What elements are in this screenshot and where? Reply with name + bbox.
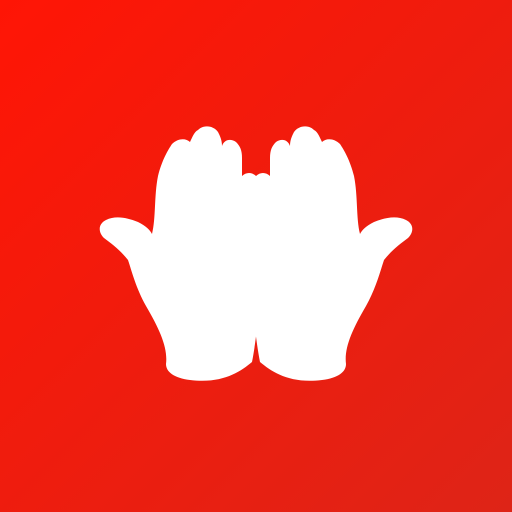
- left-hand-icon: [99, 126, 262, 381]
- open-hands-icon: [99, 126, 413, 381]
- app-icon: [0, 0, 512, 512]
- right-hand-icon: [251, 126, 413, 381]
